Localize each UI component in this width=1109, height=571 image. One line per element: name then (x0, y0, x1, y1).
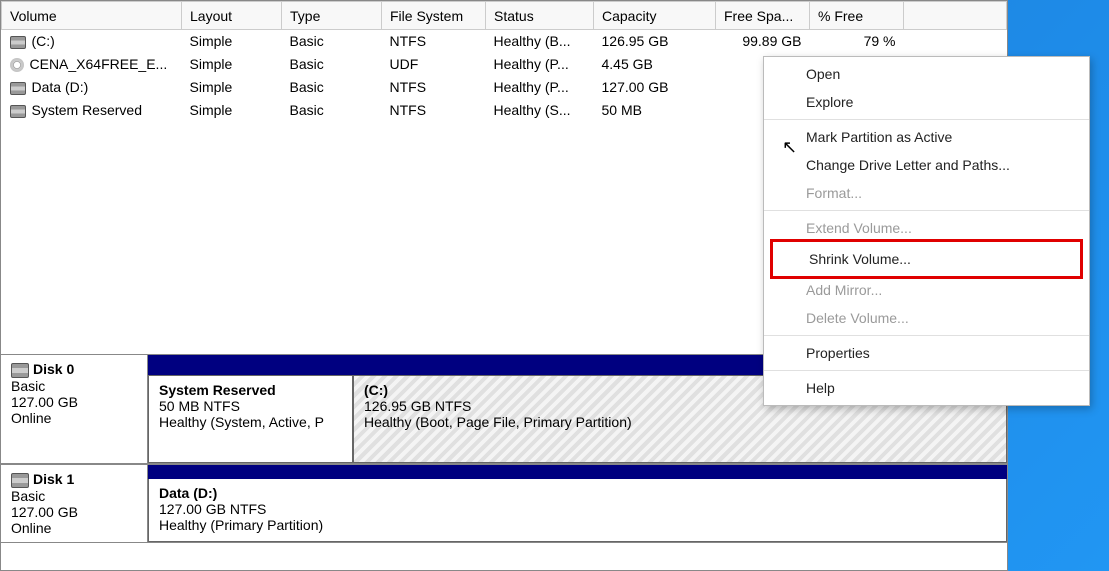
volume-name: (C:) (32, 33, 55, 49)
table-header-row: Volume Layout Type File System Status Ca… (2, 2, 1007, 30)
volume-free: 99.89 GB (716, 30, 810, 53)
ctx-separator (764, 370, 1089, 371)
ctx-mark-active[interactable]: Mark Partition as Active (764, 123, 1089, 151)
col-header-volume[interactable]: Volume (2, 2, 182, 30)
disk-icon (11, 473, 29, 488)
ctx-highlight-box: Shrink Volume... (770, 239, 1083, 279)
partition-d[interactable]: Data (D:) 127.00 GB NTFS Healthy (Primar… (148, 479, 1007, 542)
col-header-free-space[interactable]: Free Spa... (716, 2, 810, 30)
volume-capacity: 126.95 GB (594, 30, 716, 53)
volume-name: Data (D:) (32, 79, 89, 95)
col-header-capacity[interactable]: Capacity (594, 2, 716, 30)
volume-capacity: 127.00 GB (594, 76, 716, 99)
ctx-change-drive-letter[interactable]: Change Drive Letter and Paths... (764, 151, 1089, 179)
disk-1-block: Disk 1 Basic 127.00 GB Online Data (D:) … (1, 464, 1007, 543)
ctx-properties[interactable]: Properties (764, 339, 1089, 367)
ctx-separator (764, 335, 1089, 336)
hdd-icon (10, 82, 26, 95)
hdd-icon (10, 105, 26, 118)
disk-1-bar (148, 465, 1007, 479)
disk-1-volumes: Data (D:) 127.00 GB NTFS Healthy (Primar… (148, 465, 1007, 542)
volume-layout: Simple (182, 53, 282, 76)
ctx-extend-volume[interactable]: Extend Volume... (764, 214, 1089, 242)
col-header-type[interactable]: Type (282, 2, 382, 30)
partition-info: 50 MB NTFS (159, 398, 342, 414)
col-header-blank[interactable] (904, 2, 1007, 30)
table-row[interactable]: (C:) SimpleBasicNTFSHealthy (B...126.95 G… (2, 30, 1007, 53)
partition-health: Healthy (Boot, Page File, Primary Partit… (364, 414, 996, 430)
volume-name: CENA_X64FREE_E... (30, 56, 168, 72)
volume-capacity: 50 MB (594, 99, 716, 122)
disk-0-size: 127.00 GB (11, 394, 137, 410)
context-menu: Open Explore Mark Partition as Active Ch… (763, 56, 1090, 406)
ctx-separator (764, 119, 1089, 120)
disk-1-name: Disk 1 (33, 471, 74, 487)
disk-0-name: Disk 0 (33, 361, 74, 377)
volume-percent-free: 79 % (810, 30, 904, 53)
ctx-format[interactable]: Format... (764, 179, 1089, 207)
ctx-explore[interactable]: Explore (764, 88, 1089, 116)
volume-type: Basic (282, 30, 382, 53)
volume-status: Healthy (P... (486, 76, 594, 99)
volume-layout: Simple (182, 30, 282, 53)
volume-capacity: 4.45 GB (594, 53, 716, 76)
col-header-layout[interactable]: Layout (182, 2, 282, 30)
disk-1-status: Online (11, 520, 137, 536)
volume-name: System Reserved (32, 102, 142, 118)
volume-fs: NTFS (382, 30, 486, 53)
disk-0-type: Basic (11, 378, 137, 394)
volume-type: Basic (282, 76, 382, 99)
disk-1-size: 127.00 GB (11, 504, 137, 520)
volume-fs: NTFS (382, 99, 486, 122)
ctx-delete-volume[interactable]: Delete Volume... (764, 304, 1089, 332)
volume-status: Healthy (B... (486, 30, 594, 53)
partition-name: System Reserved (159, 382, 342, 398)
volume-layout: Simple (182, 99, 282, 122)
disk-0-status: Online (11, 410, 137, 426)
partition-health: Healthy (System, Active, P (159, 414, 342, 430)
volume-type: Basic (282, 53, 382, 76)
cursor-icon: ↖ (782, 137, 797, 158)
ctx-separator (764, 210, 1089, 211)
ctx-add-mirror[interactable]: Add Mirror... (764, 276, 1089, 304)
ctx-open[interactable]: Open (764, 60, 1089, 88)
disk-icon (11, 363, 29, 378)
volume-status: Healthy (P... (486, 53, 594, 76)
col-header-status[interactable]: Status (486, 2, 594, 30)
volume-layout: Simple (182, 76, 282, 99)
ctx-shrink-volume[interactable]: Shrink Volume... (773, 245, 1080, 273)
hdd-icon (10, 36, 26, 49)
col-header-percent-free[interactable]: % Free (810, 2, 904, 30)
volume-status: Healthy (S... (486, 99, 594, 122)
col-header-filesystem[interactable]: File System (382, 2, 486, 30)
partition-health: Healthy (Primary Partition) (159, 517, 996, 533)
partition-system-reserved[interactable]: System Reserved 50 MB NTFS Healthy (Syst… (148, 375, 353, 463)
volume-type: Basic (282, 99, 382, 122)
partition-info: 127.00 GB NTFS (159, 501, 996, 517)
disk-1-label[interactable]: Disk 1 Basic 127.00 GB Online (1, 465, 148, 542)
partition-name: Data (D:) (159, 485, 996, 501)
disk-1-type: Basic (11, 488, 137, 504)
ctx-help[interactable]: Help (764, 374, 1089, 402)
volume-fs: NTFS (382, 76, 486, 99)
volume-fs: UDF (382, 53, 486, 76)
disk-0-label[interactable]: Disk 0 Basic 127.00 GB Online (1, 355, 148, 463)
cd-icon (10, 58, 24, 72)
